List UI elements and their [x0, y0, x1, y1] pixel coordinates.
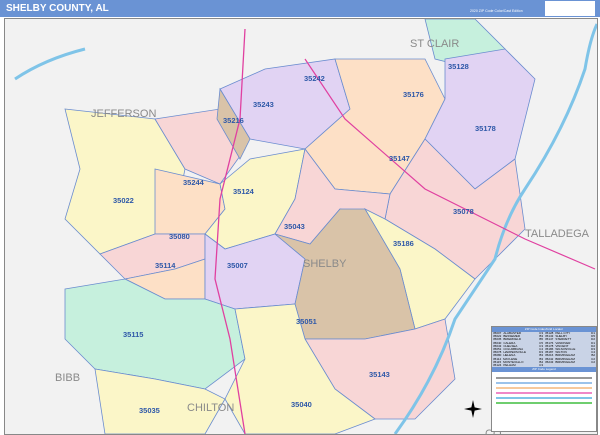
legend-us-hwy	[496, 392, 592, 395]
zip-label: 35244	[183, 178, 205, 187]
zip-label: 35040	[291, 400, 312, 409]
zip-label: 35186	[393, 239, 414, 248]
zip-label: 35114	[155, 261, 176, 270]
legend-interstate	[496, 397, 592, 400]
county-label: TALLADEGA	[525, 228, 590, 240]
legend-zip: 35124	[493, 363, 502, 367]
legend-key	[492, 372, 596, 409]
county-label: BIBB	[55, 372, 80, 384]
zip-label: 35080	[169, 232, 190, 241]
zip-label: 35243	[253, 100, 274, 109]
zip-label: 35242	[304, 74, 325, 83]
map-title: SHELBY COUNTY, AL	[6, 3, 109, 14]
county-label: ST CLAIR	[410, 38, 459, 50]
map-subtitle: 2020 ZIP Code Color/Cast Edition	[470, 9, 523, 13]
zip-label: 35178	[475, 124, 496, 133]
county-label: CHILTON	[187, 402, 234, 414]
legend-toll	[496, 402, 592, 405]
zip-label: 35043	[284, 222, 305, 231]
zip-label: 35143	[369, 370, 390, 379]
county-label: JEFFERSON	[91, 108, 156, 120]
compass-icon	[464, 400, 482, 418]
zip-label: 35176	[403, 90, 424, 99]
zip-label: 35007	[227, 261, 248, 270]
legend-panel: ZIP Code Index/Grid Locator 35007 ALABAST…	[491, 326, 597, 432]
zip-label: 35051	[296, 317, 317, 326]
legend-county-line	[496, 377, 592, 380]
zip-label: 35115	[123, 330, 143, 339]
zip-label: 35216	[223, 116, 244, 125]
zip-label: 35078	[453, 207, 474, 216]
publisher-logo	[545, 1, 595, 16]
zip-index-table: 35007 ALABASTER C3 35128 PELL CITY D1 35022 BES…	[492, 332, 596, 368]
legend-state-hwy	[496, 387, 592, 390]
title-bar: SHELBY COUNTY, AL 2020 ZIP Code Color/Ca…	[0, 0, 600, 17]
zip-label: 35022	[113, 196, 134, 205]
county-label: SHELBY	[303, 258, 347, 270]
zip-label: 35035	[139, 406, 160, 415]
zip-label: 35147	[389, 154, 410, 163]
zip-label: 35124	[233, 187, 255, 196]
zip-label: 35128	[448, 62, 469, 71]
legend-zip-line	[496, 382, 592, 385]
